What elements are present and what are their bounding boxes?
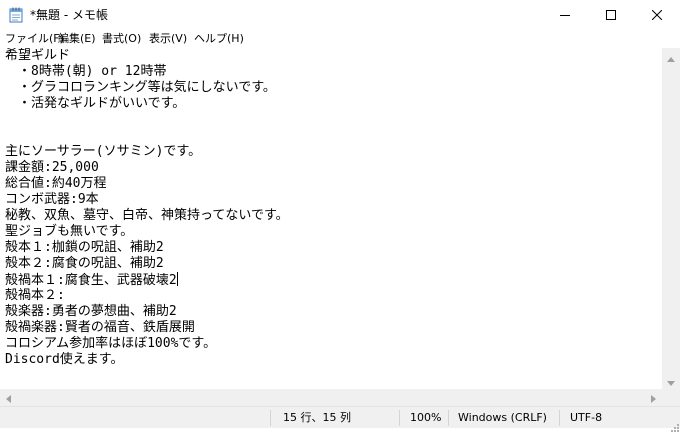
- status-encoding: UTF-8: [570, 411, 603, 424]
- editor-line-text: 殻禍本１:腐食生、武器破壊2: [5, 273, 177, 288]
- notepad-window: *無題 - メモ帳 ファイル(F) 編集(E) 書式(O) 表示(V) ヘルプ(…: [0, 0, 680, 432]
- vertical-scrollbar[interactable]: [662, 48, 680, 389]
- status-divider: [399, 410, 400, 426]
- scroll-down-button[interactable]: [662, 372, 680, 389]
- minimize-icon: [560, 10, 570, 20]
- status-line-ending: Windows (CRLF): [458, 411, 547, 424]
- editor-line: コンボ武器:9本: [5, 192, 99, 207]
- editor-line: Discord使えます。: [5, 352, 124, 367]
- menu-view[interactable]: 表示(V): [149, 31, 187, 46]
- chevron-up-icon: [667, 47, 675, 66]
- menu-help[interactable]: ヘルプ(H): [194, 31, 244, 46]
- editor-line: 殻楽器:勇者の夢想曲、補助2: [5, 304, 177, 319]
- scrollbar-corner: [662, 389, 680, 406]
- close-icon: [652, 10, 662, 20]
- editor-line-current: 殻禍本１:腐食生、武器破壊2: [5, 272, 178, 288]
- editor-line: 総合値:約40万程: [5, 176, 107, 191]
- text-editor[interactable]: 希望ギルド ・8時帯(朝) or 12時帯 ・グラコロランキング等は気にしないで…: [0, 48, 662, 389]
- menu-bar: ファイル(F) 編集(E) 書式(O) 表示(V) ヘルプ(H): [0, 30, 680, 47]
- status-divider: [270, 410, 271, 426]
- scroll-up-button[interactable]: [662, 48, 680, 65]
- resize-grip-icon[interactable]: [669, 417, 679, 432]
- minimize-button[interactable]: [542, 0, 588, 30]
- status-zoom: 100%: [410, 411, 442, 424]
- scroll-left-button[interactable]: [0, 389, 17, 406]
- editor-line: 課金額:25,000: [5, 160, 99, 175]
- status-divider: [448, 410, 449, 426]
- status-cursor-position: 15 行、15 列: [283, 411, 351, 424]
- editor-line: 秘教、双魚、墓守、白帝、神策持ってないです。: [5, 208, 289, 223]
- status-bar: 15 行、15 列 100% Windows (CRLF) UTF-8: [0, 406, 680, 432]
- editor-line: 聖ジョブも無いです。: [5, 224, 134, 239]
- menu-format[interactable]: 書式(O): [102, 31, 141, 46]
- close-button[interactable]: [634, 0, 680, 30]
- chevron-right-icon: [651, 388, 656, 407]
- horizontal-scrollbar[interactable]: [0, 389, 662, 406]
- menu-edit[interactable]: 編集(E): [58, 31, 96, 46]
- editor-line: 殻禍楽器:賢者の福音、鉄盾展開: [5, 320, 195, 335]
- chevron-left-icon: [6, 388, 11, 407]
- maximize-icon: [606, 10, 616, 20]
- title-bar[interactable]: *無題 - メモ帳: [0, 0, 680, 30]
- editor-line: 殻禍本２:: [5, 288, 65, 303]
- editor-line: 主にソーサラー(ソサミン)です。: [5, 144, 202, 159]
- scroll-right-button[interactable]: [645, 389, 662, 406]
- notepad-icon: [9, 7, 23, 23]
- chevron-down-icon: [667, 371, 675, 390]
- text-caret: [176, 272, 178, 286]
- window-title: *無題 - メモ帳: [30, 8, 108, 22]
- editor-line: 殻本１:枷鎖の呪詛、補助2: [5, 240, 164, 255]
- editor-line: ・グラコロランキング等は気にしないです。: [5, 80, 276, 95]
- status-divider: [559, 410, 560, 426]
- editor-line: 希望ギルド: [5, 48, 71, 63]
- editor-line: ・8時帯(朝) or 12時帯: [5, 64, 167, 79]
- maximize-button[interactable]: [588, 0, 634, 30]
- menu-file[interactable]: ファイル(F): [5, 31, 64, 46]
- editor-line: ・活発なギルドがいいです。: [5, 96, 186, 111]
- editor-line: コロシアム参加率はほぼ100%です。: [5, 336, 217, 351]
- editor-line: 殻本２:腐食の呪詛、補助2: [5, 256, 164, 271]
